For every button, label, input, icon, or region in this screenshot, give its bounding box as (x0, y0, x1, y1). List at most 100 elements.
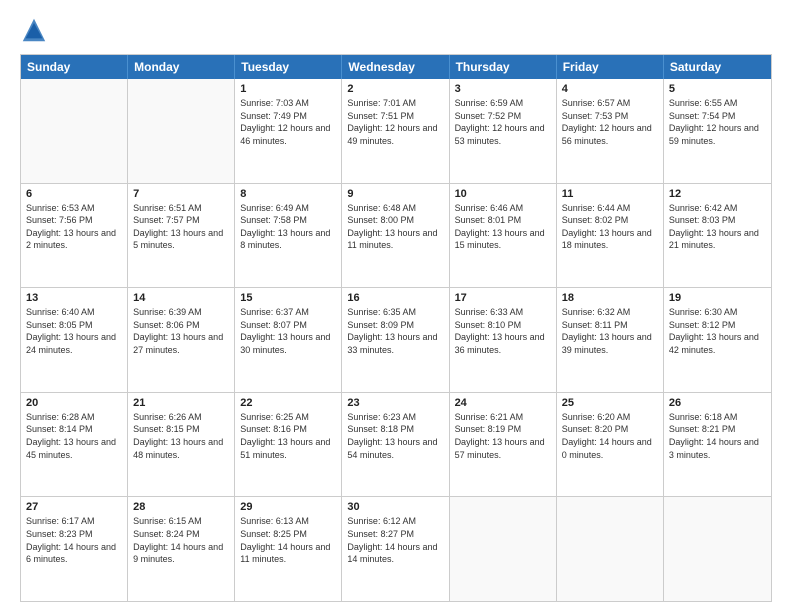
cell-info: Sunrise: 6:53 AMSunset: 7:56 PMDaylight:… (26, 202, 122, 252)
cell-info: Sunrise: 6:30 AMSunset: 8:12 PMDaylight:… (669, 306, 766, 356)
day-number: 25 (562, 397, 658, 409)
calendar-cell: 30 Sunrise: 6:12 AMSunset: 8:27 PMDayligh… (342, 497, 449, 601)
calendar-week-row: 1Sunrise: 7:03 AMSunset: 7:49 PMDaylight… (21, 79, 771, 184)
calendar-body: 1Sunrise: 7:03 AMSunset: 7:49 PMDaylight… (21, 79, 771, 601)
calendar-week-row: 6 Sunrise: 6:53 AMSunset: 7:56 PMDaylight… (21, 184, 771, 289)
calendar-cell: 9 Sunrise: 6:48 AMSunset: 8:00 PMDaylight… (342, 184, 449, 288)
cell-info: Sunrise: 6:32 AMSunset: 8:11 PMDaylight:… (562, 306, 658, 356)
calendar-cell: 5Sunrise: 6:55 AMSunset: 7:54 PMDaylight… (664, 79, 771, 183)
cell-info: Sunrise: 6:18 AMSunset: 8:21 PMDaylight:… (669, 411, 766, 461)
calendar-page: SundayMondayTuesdayWednesdayThursdayFrid… (0, 0, 792, 612)
calendar-cell: 6 Sunrise: 6:53 AMSunset: 7:56 PMDaylight… (21, 184, 128, 288)
day-header-friday: Friday (557, 55, 664, 79)
calendar-cell: 11 Sunrise: 6:44 AMSunset: 8:02 PMDayligh… (557, 184, 664, 288)
cell-info: Sunrise: 6:28 AMSunset: 8:14 PMDaylight:… (26, 411, 122, 461)
day-number: 12 (669, 188, 766, 200)
cell-info: Sunrise: 6:15 AMSunset: 8:24 PMDaylight:… (133, 515, 229, 565)
day-number: 29 (240, 501, 336, 513)
day-number: 8 (240, 188, 336, 200)
calendar-cell: 24 Sunrise: 6:21 AMSunset: 8:19 PMDayligh… (450, 393, 557, 497)
day-number: 1 (240, 83, 336, 95)
calendar-cell (21, 79, 128, 183)
day-number: 19 (669, 292, 766, 304)
day-number: 16 (347, 292, 443, 304)
day-number: 30 (347, 501, 443, 513)
day-header-thursday: Thursday (450, 55, 557, 79)
day-number: 17 (455, 292, 551, 304)
cell-info: Sunrise: 6:17 AMSunset: 8:23 PMDaylight:… (26, 515, 122, 565)
day-number: 26 (669, 397, 766, 409)
cell-info: Sunrise: 6:37 AMSunset: 8:07 PMDaylight:… (240, 306, 336, 356)
day-number: 10 (455, 188, 551, 200)
cell-info: Sunrise: 6:12 AMSunset: 8:27 PMDaylight:… (347, 515, 443, 565)
calendar-cell (450, 497, 557, 601)
calendar-cell (664, 497, 771, 601)
day-number: 20 (26, 397, 122, 409)
calendar-cell: 28 Sunrise: 6:15 AMSunset: 8:24 PMDayligh… (128, 497, 235, 601)
calendar-cell (128, 79, 235, 183)
day-number: 11 (562, 188, 658, 200)
day-number: 21 (133, 397, 229, 409)
cell-info: Sunrise: 6:49 AMSunset: 7:58 PMDaylight:… (240, 202, 336, 252)
cell-info: Sunrise: 6:59 AMSunset: 7:52 PMDaylight:… (455, 97, 551, 147)
day-number: 5 (669, 83, 766, 95)
cell-info: Sunrise: 6:57 AMSunset: 7:53 PMDaylight:… (562, 97, 658, 147)
day-number: 27 (26, 501, 122, 513)
calendar-cell: 3 Sunrise: 6:59 AMSunset: 7:52 PMDaylight… (450, 79, 557, 183)
cell-info: Sunrise: 6:40 AMSunset: 8:05 PMDaylight:… (26, 306, 122, 356)
calendar-cell: 13 Sunrise: 6:40 AMSunset: 8:05 PMDayligh… (21, 288, 128, 392)
calendar-cell: 10 Sunrise: 6:46 AMSunset: 8:01 PMDayligh… (450, 184, 557, 288)
cell-info: Sunrise: 6:20 AMSunset: 8:20 PMDaylight:… (562, 411, 658, 461)
cell-info: Sunrise: 6:39 AMSunset: 8:06 PMDaylight:… (133, 306, 229, 356)
day-number: 9 (347, 188, 443, 200)
day-header-tuesday: Tuesday (235, 55, 342, 79)
cell-info: Sunrise: 6:46 AMSunset: 8:01 PMDaylight:… (455, 202, 551, 252)
header (20, 16, 772, 44)
cell-info: Sunrise: 6:33 AMSunset: 8:10 PMDaylight:… (455, 306, 551, 356)
calendar-cell: 16 Sunrise: 6:35 AMSunset: 8:09 PMDayligh… (342, 288, 449, 392)
calendar-cell: 20 Sunrise: 6:28 AMSunset: 8:14 PMDayligh… (21, 393, 128, 497)
calendar-cell: 27 Sunrise: 6:17 AMSunset: 8:23 PMDayligh… (21, 497, 128, 601)
cell-info: Sunrise: 6:48 AMSunset: 8:00 PMDaylight:… (347, 202, 443, 252)
calendar-cell (557, 497, 664, 601)
calendar-cell: 25 Sunrise: 6:20 AMSunset: 8:20 PMDayligh… (557, 393, 664, 497)
logo-icon (20, 16, 48, 44)
calendar-cell: 22 Sunrise: 6:25 AMSunset: 8:16 PMDayligh… (235, 393, 342, 497)
calendar-cell: 1Sunrise: 7:03 AMSunset: 7:49 PMDaylight… (235, 79, 342, 183)
cell-info: Sunrise: 6:21 AMSunset: 8:19 PMDaylight:… (455, 411, 551, 461)
day-number: 23 (347, 397, 443, 409)
day-number: 3 (455, 83, 551, 95)
calendar-cell: 4Sunrise: 6:57 AMSunset: 7:53 PMDaylight… (557, 79, 664, 183)
logo (20, 16, 52, 44)
calendar-week-row: 27 Sunrise: 6:17 AMSunset: 8:23 PMDayligh… (21, 497, 771, 601)
day-number: 18 (562, 292, 658, 304)
calendar: SundayMondayTuesdayWednesdayThursdayFrid… (20, 54, 772, 602)
day-header-monday: Monday (128, 55, 235, 79)
calendar-cell: 12Sunrise: 6:42 AMSunset: 8:03 PMDayligh… (664, 184, 771, 288)
calendar-cell: 2Sunrise: 7:01 AMSunset: 7:51 PMDaylight… (342, 79, 449, 183)
cell-info: Sunrise: 6:13 AMSunset: 8:25 PMDaylight:… (240, 515, 336, 565)
calendar-cell: 15 Sunrise: 6:37 AMSunset: 8:07 PMDayligh… (235, 288, 342, 392)
cell-info: Sunrise: 6:51 AMSunset: 7:57 PMDaylight:… (133, 202, 229, 252)
calendar-cell: 17 Sunrise: 6:33 AMSunset: 8:10 PMDayligh… (450, 288, 557, 392)
day-number: 15 (240, 292, 336, 304)
day-header-wednesday: Wednesday (342, 55, 449, 79)
cell-info: Sunrise: 6:25 AMSunset: 8:16 PMDaylight:… (240, 411, 336, 461)
calendar-header-row: SundayMondayTuesdayWednesdayThursdayFrid… (21, 55, 771, 79)
calendar-week-row: 20 Sunrise: 6:28 AMSunset: 8:14 PMDayligh… (21, 393, 771, 498)
cell-info: Sunrise: 6:44 AMSunset: 8:02 PMDaylight:… (562, 202, 658, 252)
day-number: 22 (240, 397, 336, 409)
calendar-cell: 26 Sunrise: 6:18 AMSunset: 8:21 PMDayligh… (664, 393, 771, 497)
day-header-saturday: Saturday (664, 55, 771, 79)
calendar-cell: 18 Sunrise: 6:32 AMSunset: 8:11 PMDayligh… (557, 288, 664, 392)
day-number: 24 (455, 397, 551, 409)
day-number: 13 (26, 292, 122, 304)
cell-info: Sunrise: 6:35 AMSunset: 8:09 PMDaylight:… (347, 306, 443, 356)
day-number: 14 (133, 292, 229, 304)
day-number: 28 (133, 501, 229, 513)
day-number: 2 (347, 83, 443, 95)
day-number: 6 (26, 188, 122, 200)
calendar-week-row: 13 Sunrise: 6:40 AMSunset: 8:05 PMDayligh… (21, 288, 771, 393)
day-number: 7 (133, 188, 229, 200)
calendar-cell: 7 Sunrise: 6:51 AMSunset: 7:57 PMDaylight… (128, 184, 235, 288)
